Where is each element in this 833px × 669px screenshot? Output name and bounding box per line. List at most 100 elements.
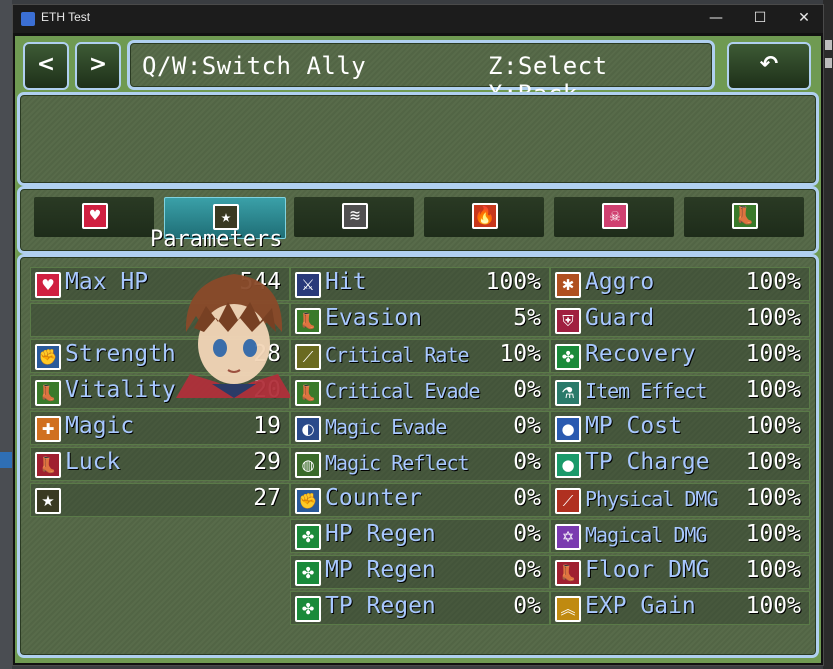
xparam-value: 10% [499, 341, 541, 367]
xparam-name: Magic Evade [325, 415, 447, 439]
background-control [825, 40, 832, 50]
sparam-row: ✱ Aggro 100% [550, 267, 810, 301]
xparam-name: HP Regen [325, 521, 436, 547]
xparam-row: ◐ Magic Evade 0% [290, 411, 550, 445]
sparam-row: ✡ Magical DMG 100% [550, 519, 810, 553]
sparam-name: EXP Gain [585, 593, 696, 619]
param-row: ✚ Magic 19 [30, 411, 290, 445]
sparam-value: 100% [745, 521, 801, 547]
sparam-value: 100% [745, 305, 801, 331]
param-name: Magic [65, 413, 135, 439]
clover-icon: ✤ [555, 344, 581, 370]
clover-icon: ✤ [295, 524, 321, 550]
clover-icon: ✤ [295, 560, 321, 586]
param-row: 👢 Luck 29 [30, 447, 290, 481]
param-value: 27 [253, 485, 281, 511]
minimize-button[interactable]: — [693, 5, 739, 33]
xparam-value: 0% [513, 449, 541, 475]
param-row: ★ 27 [30, 483, 290, 517]
xparam-name: TP Regen [325, 593, 436, 619]
maximize-button[interactable]: ☐ [737, 5, 783, 33]
sparam-row: ● TP Charge 100% [550, 447, 810, 481]
category-label: Parameters [150, 227, 283, 252]
magic-orb-icon: ◐ [295, 416, 321, 442]
game-canvas: < > Q/W:Switch Ally Z:Select X:Back ↶ ♥ ★… [15, 36, 821, 663]
xparam-row: ✊ Counter 0% [290, 483, 550, 517]
xparam-value: 100% [485, 269, 541, 295]
actor-portrait [176, 274, 292, 398]
boot-red-icon: 👢 [35, 452, 61, 478]
help-window: Q/W:Switch Ally Z:Select X:Back [127, 40, 715, 108]
xparam-row: ✤ HP Regen 0% [290, 519, 550, 553]
sparam-name: Aggro [585, 269, 655, 295]
skull-icon: ☠ [602, 203, 628, 229]
boot-icon: 👢 [295, 380, 321, 406]
sparam-name: Magical DMG [585, 523, 707, 547]
xparam-row: ✤ MP Regen 0% [290, 555, 550, 589]
param-name: Max HP [65, 269, 149, 295]
xparam-name: Critical Evade [325, 379, 481, 403]
description-window [17, 92, 819, 186]
stars-icon: ★ [35, 488, 61, 514]
xparam-name: Evasion [325, 305, 422, 331]
clover-icon: ✤ [295, 596, 321, 622]
sparam-name: Guard [585, 305, 655, 331]
sparam-value: 100% [745, 593, 801, 619]
sparam-value: 100% [745, 269, 801, 295]
xparam-row: ⚔ Hit 100% [290, 267, 550, 301]
sparam-row: ⚗ Item Effect 100% [550, 375, 810, 409]
xparam-row: ✤ TP Regen 0% [290, 591, 550, 625]
next-ally-button[interactable]: > [75, 42, 121, 90]
fist-icon: ✊ [35, 344, 61, 370]
xparam-name: Magic Reflect [325, 451, 470, 475]
xparam-value: 5% [513, 305, 541, 331]
xparam-name: Critical Rate [325, 343, 470, 367]
boot-icon: 👢 [732, 203, 758, 229]
sparam-value: 100% [745, 557, 801, 583]
param-name: Vitality [65, 377, 176, 403]
sparam-value: 100% [745, 377, 801, 403]
sparam-name: Physical DMG [585, 487, 718, 511]
param-value: 29 [253, 449, 281, 475]
sparam-row: ⛨ Guard 100% [550, 303, 810, 337]
aggro-icon: ✱ [555, 272, 581, 298]
xparam-row: 👢 Evasion 5% [290, 303, 550, 337]
chevron-up-icon: ︽ [555, 596, 581, 622]
param-name: Strength [65, 341, 176, 367]
sparam-name: Recovery [585, 341, 696, 367]
back-button[interactable]: ↶ [727, 42, 811, 90]
close-button[interactable]: ✕ [781, 5, 827, 33]
background-window-edge-right [823, 0, 833, 669]
tp-orb-icon: ● [555, 452, 581, 478]
prev-ally-button[interactable]: < [23, 42, 69, 90]
xparam-value: 0% [513, 377, 541, 403]
category-tab[interactable]: 🔥 [424, 197, 544, 237]
sparam-row: ● MP Cost 100% [550, 411, 810, 445]
mp-orb-icon: ● [555, 416, 581, 442]
sparam-value: 100% [745, 485, 801, 511]
xparam-value: 0% [513, 557, 541, 583]
hexagram-icon: ✡ [555, 524, 581, 550]
sparam-value: 100% [745, 341, 801, 367]
xparam-value: 0% [513, 521, 541, 547]
app-icon [21, 12, 35, 26]
sparam-name: MP Cost [585, 413, 682, 439]
category-tab[interactable]: ♥ [34, 197, 154, 237]
background-selection-bar [0, 452, 12, 468]
category-tab[interactable]: 👢 [684, 197, 804, 237]
xparam-row: ⟋ Critical Rate 10% [290, 339, 550, 373]
heart-icon: ♥ [82, 203, 108, 229]
reflect-icon: ◍ [295, 452, 321, 478]
sparam-row: ⟋ Physical DMG 100% [550, 483, 810, 517]
xparam-row: 👢 Critical Evade 0% [290, 375, 550, 409]
sparam-row: 👢 Floor DMG 100% [550, 555, 810, 589]
param-value: 19 [253, 413, 281, 439]
xparam-value: 0% [513, 413, 541, 439]
category-tab[interactable]: ≋ [294, 197, 414, 237]
window-title: ETH Test [41, 10, 91, 24]
category-tab[interactable]: ☠ [554, 197, 674, 237]
swords-icon: ⚔ [295, 272, 321, 298]
xparam-row: ◍ Magic Reflect 0% [290, 447, 550, 481]
claws-icon: ≋ [342, 203, 368, 229]
xparam-name: Counter [325, 485, 422, 511]
